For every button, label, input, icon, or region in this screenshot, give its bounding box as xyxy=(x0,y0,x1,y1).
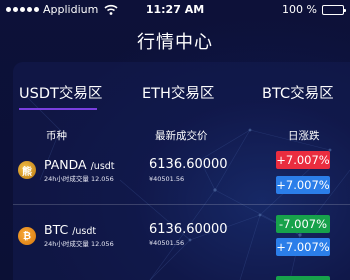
symbol-name: BTC xyxy=(44,222,69,237)
market-row[interactable]: ₿ BTC /usdt 24h小时成交量 12.056 6136.60000 ¥… xyxy=(0,212,350,272)
change-badge-primary[interactable]: -7.007% xyxy=(276,215,330,233)
row-volume: 24h小时成交量 12.056 xyxy=(44,175,114,183)
change-badge-secondary[interactable]: +7.007% xyxy=(276,238,330,256)
status-bar: Applidium 11:27 AM 100 % xyxy=(0,0,350,20)
page-title: 行情中心 xyxy=(137,32,213,53)
tab-usdt[interactable]: USDT交易区 xyxy=(19,82,102,103)
battery-percent: 100 % xyxy=(282,3,317,16)
row-price-cny: ¥40501.56 xyxy=(149,175,185,183)
row-symbol: PANDA /usdt xyxy=(44,157,115,172)
row-symbol: BTC /usdt xyxy=(44,222,96,237)
row-volume: 24h小时成交量 12.056 xyxy=(44,240,114,248)
row-divider xyxy=(13,204,350,205)
column-header-change: 日涨跌 xyxy=(288,130,320,142)
column-header-coin: 币种 xyxy=(46,130,67,142)
battery-icon xyxy=(322,4,346,15)
tab-eth[interactable]: ETH交易区 xyxy=(142,82,214,103)
symbol-pair: /usdt xyxy=(90,161,115,172)
symbol-pair: /usdt xyxy=(72,226,97,237)
row-price-cny: ¥40501.56 xyxy=(149,239,185,247)
symbol-name: PANDA xyxy=(44,157,87,172)
tab-btc[interactable]: BTC交易区 xyxy=(262,82,334,103)
active-tab-indicator xyxy=(19,108,97,110)
column-header-price: 最新成交价 xyxy=(155,130,208,142)
next-row-badge-peek xyxy=(276,276,330,280)
btc-coin-icon: ₿ xyxy=(18,227,36,245)
market-row[interactable]: 熊 PANDA /usdt 24h小时成交量 12.056 6136.60000… xyxy=(0,148,350,208)
panda-coin-icon: 熊 xyxy=(18,161,36,179)
row-price: 6136.60000 xyxy=(149,157,228,172)
change-badge-secondary[interactable]: +7.007% xyxy=(276,176,330,194)
change-badge-primary[interactable]: +7.007% xyxy=(276,151,330,169)
status-right: 100 % xyxy=(282,3,346,16)
row-price: 6136.60000 xyxy=(149,222,228,237)
